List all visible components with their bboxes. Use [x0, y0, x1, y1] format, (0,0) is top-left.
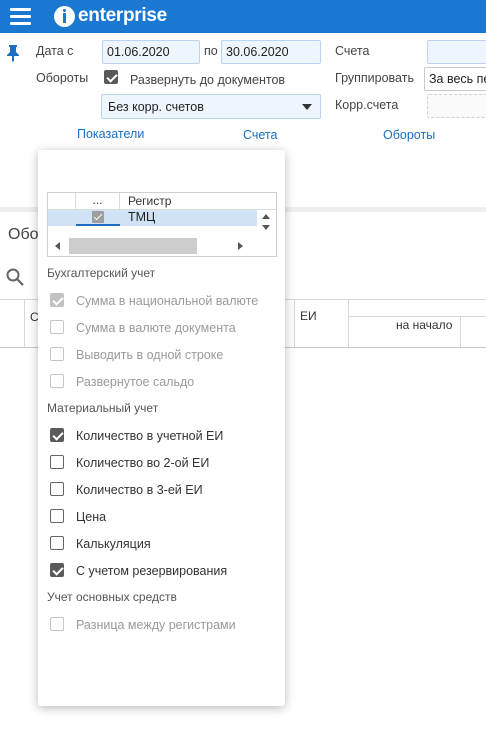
- option-checkbox[interactable]: [50, 374, 64, 388]
- grid-header-cell: [48, 193, 76, 210]
- option-checkbox[interactable]: [50, 347, 64, 361]
- option-checkbox[interactable]: [50, 320, 64, 334]
- option-national-currency: Сумма в национальной валюте: [76, 294, 259, 308]
- option-doc-currency: Сумма в валюте документа: [76, 321, 236, 335]
- date-from-field[interactable]: 01.06.2020: [102, 40, 200, 64]
- scroll-right-icon[interactable]: [238, 242, 243, 250]
- option-register-difference: Разница между регистрами: [76, 618, 236, 632]
- option-checkbox[interactable]: [50, 563, 64, 577]
- pin-icon[interactable]: [6, 44, 20, 62]
- tab-indicators[interactable]: Показатели: [77, 127, 144, 141]
- corr-accounts-select[interactable]: Без корр. счетов: [101, 94, 321, 119]
- option-checkbox[interactable]: [50, 536, 64, 550]
- report-title: Обо: [8, 226, 39, 243]
- expand-to-docs-label: Развернуть до документов: [130, 73, 286, 87]
- option-qty-3rd-unit: Количество в 3-ей ЕИ: [76, 483, 203, 497]
- table-col-divider: [348, 299, 349, 347]
- group-select[interactable]: За весь пе: [424, 67, 486, 91]
- vertical-scrollbar[interactable]: [257, 210, 276, 238]
- table-header-ei: ЕИ: [300, 309, 317, 323]
- option-checkbox[interactable]: [50, 428, 64, 442]
- group-label: Группировать: [335, 71, 414, 85]
- hamburger-menu-icon[interactable]: [10, 7, 32, 25]
- scroll-down-icon[interactable]: [262, 225, 270, 230]
- logo-text: enterprise: [78, 5, 167, 26]
- grid-header-register: Регистр: [128, 194, 172, 208]
- table-col-divider: [24, 299, 25, 347]
- option-price: Цена: [76, 510, 107, 524]
- table-subheader-border: [348, 316, 486, 317]
- option-checkbox[interactable]: [50, 293, 64, 307]
- option-checkbox[interactable]: [50, 482, 64, 496]
- date-to-field[interactable]: 30.06.2020: [221, 40, 321, 64]
- scroll-up-icon[interactable]: [262, 214, 270, 219]
- option-calculation: Калькуляция: [76, 537, 151, 551]
- option-single-line: Выводить в одной строке: [76, 348, 224, 362]
- expand-to-docs-checkbox[interactable]: [104, 70, 118, 84]
- tab-turnovers[interactable]: Обороты: [383, 128, 435, 142]
- option-qty-2nd-unit: Количество во 2-ой ЕИ: [76, 456, 210, 470]
- corr-accounts-label: Корр.счета: [335, 98, 399, 112]
- accounts-field[interactable]: [427, 40, 486, 64]
- focus-underline: [76, 224, 120, 226]
- table-col-divider: [460, 316, 461, 347]
- option-checkbox[interactable]: [50, 509, 64, 523]
- corr-accounts-field[interactable]: [427, 94, 486, 118]
- option-with-reservation: С учетом резервирования: [76, 564, 228, 578]
- indicators-popup: ... Регистр ТМЦ Бухгалтерский учет Сумма…: [38, 150, 285, 706]
- grid-header-dots[interactable]: ...: [76, 193, 120, 210]
- horizontal-scrollbar[interactable]: [48, 237, 257, 256]
- section-accounting: Бухгалтерский учет: [47, 266, 156, 280]
- search-icon[interactable]: [6, 268, 24, 286]
- tab-accounts[interactable]: Счета: [243, 128, 277, 142]
- accounts-label: Счета: [335, 44, 370, 58]
- top-app-bar: enterprise: [0, 0, 486, 33]
- register-row-checkbox[interactable]: [92, 211, 104, 223]
- register-grid-header: ... Регистр: [48, 193, 276, 210]
- register-row-label: ТМЦ: [128, 210, 156, 224]
- section-fixed-assets: Учет основных средств: [47, 590, 177, 604]
- date-to-label: по: [204, 44, 218, 58]
- app-logo: enterprise: [54, 4, 167, 28]
- register-grid: ... Регистр ТМЦ: [47, 192, 277, 257]
- table-col-divider: [294, 299, 295, 347]
- logo-mark-icon: [54, 5, 75, 27]
- chevron-down-icon: [302, 104, 312, 110]
- register-row[interactable]: ТМЦ: [48, 210, 257, 226]
- scroll-left-icon[interactable]: [55, 242, 60, 250]
- option-expanded-balance: Развернутое сальдо: [76, 375, 195, 389]
- date-from-label: Дата с: [36, 44, 74, 58]
- turnovers-label: Обороты: [36, 71, 89, 85]
- option-checkbox[interactable]: [50, 617, 64, 631]
- scrollbar-thumb[interactable]: [69, 238, 197, 254]
- corr-accounts-select-value: Без корр. счетов: [108, 100, 204, 114]
- option-checkbox[interactable]: [50, 455, 64, 469]
- table-header-start: на начало: [396, 318, 453, 332]
- option-qty-accounting-unit: Количество в учетной ЕИ: [76, 429, 224, 443]
- section-material: Материальный учет: [47, 401, 159, 415]
